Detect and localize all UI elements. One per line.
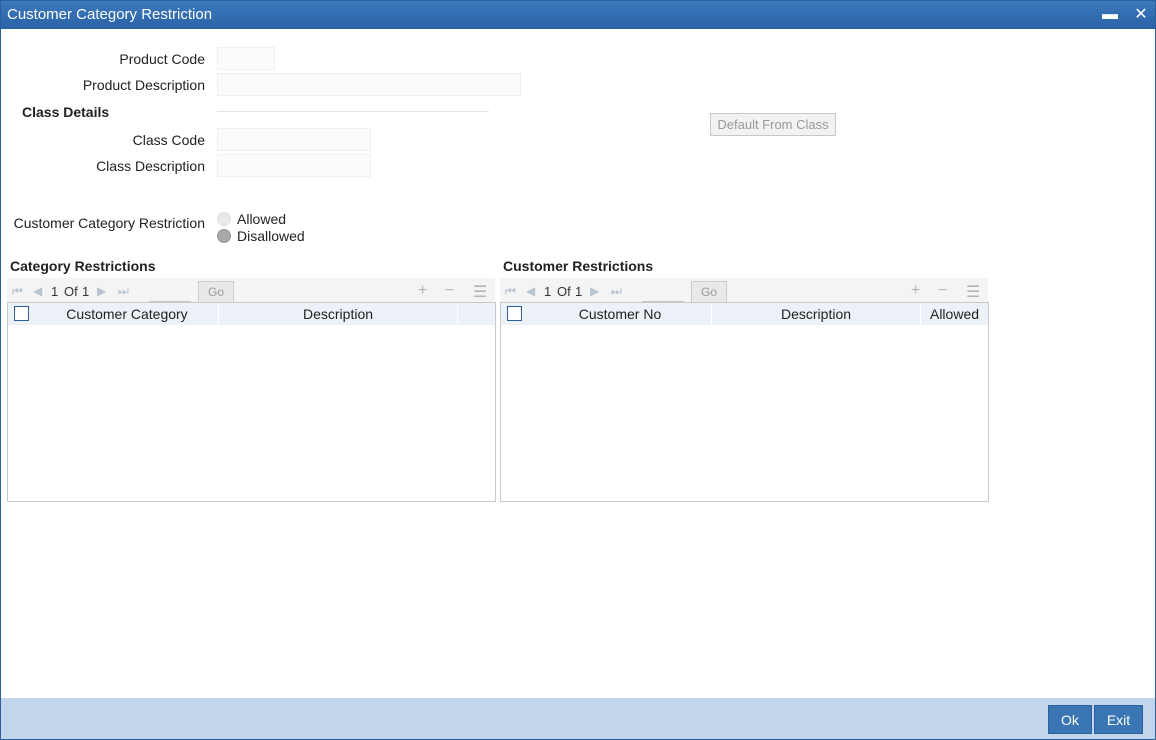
- column-header[interactable]: Allowed: [921, 303, 988, 325]
- product-code-input[interactable]: [217, 47, 275, 70]
- next-page-icon[interactable]: ▶: [590, 284, 599, 298]
- column-header[interactable]: Description: [219, 303, 458, 325]
- footer-bar: Ok Exit: [1, 698, 1155, 739]
- product-description-label: Product Description: [82, 77, 205, 93]
- next-page-icon[interactable]: ▶: [97, 284, 106, 298]
- class-code-label: Class Code: [132, 132, 205, 148]
- category-grid-title: Category Restrictions: [10, 258, 156, 274]
- page-number-input[interactable]: [149, 282, 191, 302]
- class-description-label: Class Description: [96, 158, 205, 174]
- title-bar: Customer Category Restriction ▬ ✕: [1, 1, 1155, 29]
- customer-grid-header: Customer No Description Allowed: [501, 303, 988, 325]
- prev-page-icon[interactable]: ◀: [526, 284, 535, 298]
- delete-row-icon[interactable]: −: [445, 282, 454, 300]
- last-page-icon[interactable]: ⏭: [611, 284, 622, 299]
- class-description-input[interactable]: [217, 154, 371, 177]
- page-current: 1: [51, 284, 59, 299]
- allowed-radio[interactable]: [217, 212, 231, 226]
- prev-page-icon[interactable]: ◀: [33, 284, 42, 298]
- minimize-icon[interactable]: ▬: [1099, 4, 1121, 26]
- first-page-icon[interactable]: ⏮: [505, 284, 516, 299]
- category-grid: Customer Category Description: [7, 302, 496, 502]
- dialog-window: Customer Category Restriction ▬ ✕ Produc…: [0, 0, 1156, 740]
- class-details-title: Class Details: [22, 104, 110, 120]
- ok-button[interactable]: Ok: [1048, 705, 1092, 734]
- column-header[interactable]: Customer No: [529, 303, 712, 325]
- last-page-icon[interactable]: ⏭: [118, 284, 129, 299]
- add-row-icon[interactable]: +: [418, 282, 427, 300]
- default-from-class-button[interactable]: Default From Class: [710, 113, 836, 136]
- page-current: 1: [544, 284, 552, 299]
- page-number-input[interactable]: [642, 282, 684, 302]
- add-row-icon[interactable]: +: [911, 282, 920, 300]
- class-details-divider: [217, 111, 489, 112]
- product-code-label: Product Code: [119, 51, 205, 67]
- category-grid-header: Customer Category Description: [8, 303, 495, 325]
- page-total: 1: [82, 284, 90, 299]
- product-description-input[interactable]: [217, 73, 521, 96]
- delete-row-icon[interactable]: −: [938, 282, 947, 300]
- single-view-icon[interactable]: ☰: [473, 282, 487, 302]
- page-of: Of: [557, 284, 571, 299]
- page-of: Of: [64, 284, 78, 299]
- first-page-icon[interactable]: ⏮: [12, 284, 23, 299]
- go-button[interactable]: Go: [691, 281, 727, 303]
- allowed-option[interactable]: Allowed: [217, 211, 286, 227]
- disallowed-radio[interactable]: [217, 229, 231, 243]
- exit-button[interactable]: Exit: [1094, 705, 1143, 734]
- customer-grid: Customer No Description Allowed: [500, 302, 989, 502]
- allowed-label: Allowed: [237, 211, 287, 227]
- disallowed-label: Disallowed: [237, 228, 305, 244]
- close-icon[interactable]: ✕: [1130, 4, 1152, 26]
- customer-grid-title: Customer Restrictions: [503, 258, 654, 274]
- customer-grid-toolbar: ⏮ ◀ 1 Of 1 ▶ ⏭ Go + − ☰: [500, 278, 988, 304]
- column-header[interactable]: Description: [712, 303, 921, 325]
- restriction-label: Customer Category Restriction: [13, 215, 205, 231]
- column-header[interactable]: Customer Category: [36, 303, 219, 325]
- select-all-checkbox[interactable]: [507, 306, 522, 321]
- category-grid-toolbar: ⏮ ◀ 1 Of 1 ▶ ⏭ Go + − ☰: [7, 278, 495, 304]
- go-button[interactable]: Go: [198, 281, 234, 303]
- disallowed-option[interactable]: Disallowed: [217, 228, 305, 244]
- select-all-checkbox[interactable]: [14, 306, 29, 321]
- class-code-input[interactable]: [217, 128, 371, 151]
- single-view-icon[interactable]: ☰: [966, 282, 980, 302]
- page-total: 1: [575, 284, 583, 299]
- window-title: Customer Category Restriction: [7, 6, 213, 23]
